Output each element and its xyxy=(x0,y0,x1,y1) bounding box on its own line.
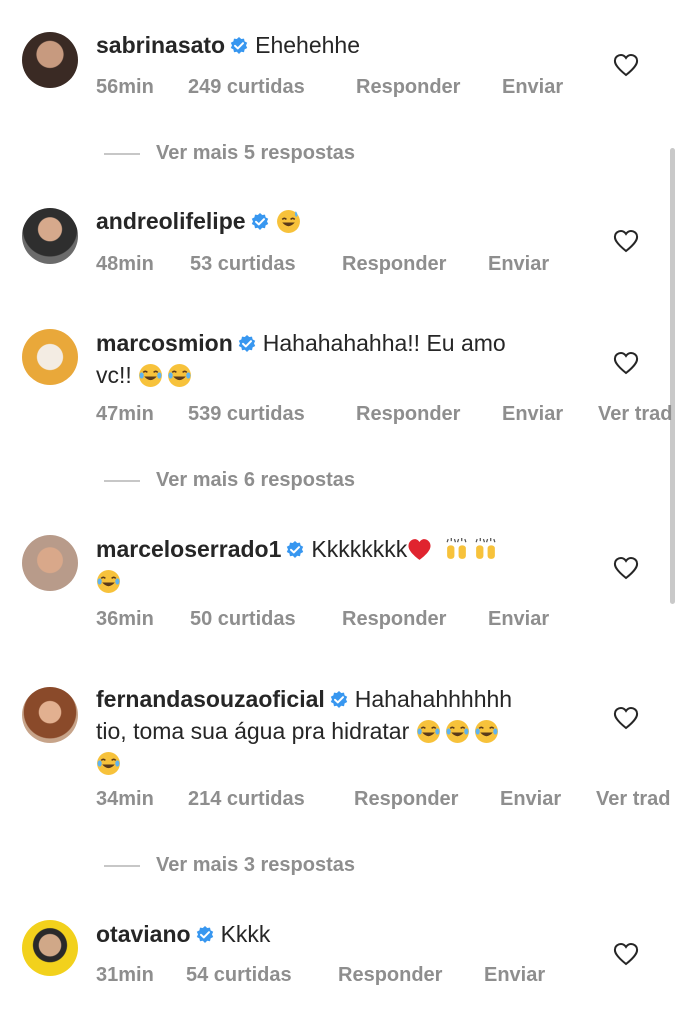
likes-count[interactable]: 50 curtidas xyxy=(190,608,342,631)
username[interactable]: marcosmion xyxy=(96,330,233,356)
comment-meta: 34min 214 curtidas Responder Enviar Ver trad xyxy=(96,788,670,811)
like-heart-icon[interactable] xyxy=(613,53,639,77)
username[interactable]: fernandasouzaoficial xyxy=(96,686,325,712)
see-translation-button[interactable]: Ver trad xyxy=(596,788,670,811)
verified-badge-icon xyxy=(229,36,249,56)
verified-badge-icon xyxy=(250,212,270,232)
tears-of-joy-emoji-icon xyxy=(96,751,121,776)
view-more-replies-label: Ver mais 3 respostas xyxy=(156,854,356,876)
avatar[interactable] xyxy=(22,535,78,591)
username[interactable]: otaviano xyxy=(96,921,191,947)
like-heart-icon[interactable] xyxy=(613,229,639,253)
avatar[interactable] xyxy=(22,920,78,976)
tears-of-joy-emoji-icon xyxy=(167,363,192,388)
like-heart-icon[interactable] xyxy=(613,706,639,730)
comment-time: 34min xyxy=(96,788,154,810)
like-heart-icon[interactable] xyxy=(613,942,639,966)
tears-of-joy-emoji-icon xyxy=(474,719,499,744)
comment-text-line2: vc!! xyxy=(96,362,132,388)
comment-meta: 56min 249 curtidas Responder Enviar xyxy=(96,76,563,99)
username[interactable]: marceloserrado1 xyxy=(96,536,281,562)
avatar[interactable] xyxy=(22,32,78,88)
reply-button[interactable]: Responder xyxy=(356,403,502,426)
likes-count[interactable]: 54 curtidas xyxy=(186,964,338,987)
comment-time: 56min xyxy=(96,76,154,98)
comment-time: 48min xyxy=(96,253,154,275)
comment-text: Hahahahhhhhh xyxy=(354,686,513,712)
tears-of-joy-emoji-icon xyxy=(445,719,470,744)
reply-button[interactable]: Responder xyxy=(338,964,484,987)
comment-text-block: marcosmion Hahahahahha!! Eu amo vc!! xyxy=(96,327,576,391)
divider xyxy=(104,479,140,482)
likes-count[interactable]: 539 curtidas xyxy=(188,403,356,426)
verified-badge-icon xyxy=(329,690,349,710)
red-heart-emoji-icon xyxy=(407,537,432,562)
comment-text: Kkkkkkkk xyxy=(311,536,408,562)
comment-text-block: otaviano Kkkk xyxy=(96,918,576,950)
comment-meta: 48min 53 curtidas Responder Enviar xyxy=(96,253,549,276)
likes-count[interactable]: 214 curtidas xyxy=(188,788,354,811)
comment-text-block: sabrinasato Ehehehhe xyxy=(96,29,576,61)
see-translation-button[interactable]: Ver trad xyxy=(598,403,672,426)
comment-time: 31min xyxy=(96,964,154,986)
likes-count[interactable]: 53 curtidas xyxy=(190,253,342,276)
comment-text-block: andreolifelipe xyxy=(96,205,576,237)
verified-badge-icon xyxy=(285,540,305,560)
comment-text-line2: tio, toma sua água pra hidratar xyxy=(96,718,410,744)
comment-text: Hahahahahha!! Eu amo xyxy=(262,330,506,356)
raising-hands-emoji-icon xyxy=(473,537,498,562)
send-button[interactable]: Enviar xyxy=(500,788,596,811)
comment-time: 47min xyxy=(96,403,154,425)
reply-button[interactable]: Responder xyxy=(342,608,488,631)
reply-button[interactable]: Responder xyxy=(354,788,500,811)
avatar[interactable] xyxy=(22,329,78,385)
send-button[interactable]: Enviar xyxy=(502,403,598,426)
tears-of-joy-emoji-icon xyxy=(416,719,441,744)
divider xyxy=(104,864,140,867)
like-heart-icon[interactable] xyxy=(613,351,639,375)
comment-text-block: fernandasouzaoficial Hahahahhhhhh tio, to… xyxy=(96,683,576,779)
likes-count[interactable]: 249 curtidas xyxy=(188,76,356,99)
username[interactable]: andreolifelipe xyxy=(96,208,246,234)
avatar[interactable] xyxy=(22,208,78,264)
comment-text: Kkkk xyxy=(220,921,271,947)
scrollbar[interactable] xyxy=(670,148,675,604)
view-more-replies[interactable]: Ver mais 3 respostas xyxy=(104,854,355,877)
verified-badge-icon xyxy=(195,925,215,945)
comment-text-block: marceloserrado1 Kkkkkkkk xyxy=(96,533,576,597)
view-more-replies[interactable]: Ver mais 6 respostas xyxy=(104,469,355,492)
grinning-sweat-emoji-icon xyxy=(276,209,301,234)
reply-button[interactable]: Responder xyxy=(356,76,502,99)
comment-meta: 36min 50 curtidas Responder Enviar xyxy=(96,608,549,631)
comment-time: 36min xyxy=(96,608,154,630)
avatar[interactable] xyxy=(22,687,78,743)
view-more-replies[interactable]: Ver mais 5 respostas xyxy=(104,142,355,165)
send-button[interactable]: Enviar xyxy=(488,253,549,276)
divider xyxy=(104,152,140,155)
tears-of-joy-emoji-icon xyxy=(138,363,163,388)
username[interactable]: sabrinasato xyxy=(96,32,225,58)
like-heart-icon[interactable] xyxy=(613,556,639,580)
view-more-replies-label: Ver mais 6 respostas xyxy=(156,469,356,491)
send-button[interactable]: Enviar xyxy=(488,608,549,631)
send-button[interactable]: Enviar xyxy=(502,76,563,99)
verified-badge-icon xyxy=(237,334,257,354)
tears-of-joy-emoji-icon xyxy=(96,569,121,594)
send-button[interactable]: Enviar xyxy=(484,964,545,987)
view-more-replies-label: Ver mais 5 respostas xyxy=(156,142,356,164)
comment-text: Ehehehhe xyxy=(255,32,360,58)
raising-hands-emoji-icon xyxy=(444,537,469,562)
comment-meta: 47min 539 curtidas Responder Enviar Ver trad xyxy=(96,403,672,426)
reply-button[interactable]: Responder xyxy=(342,253,488,276)
comment-meta: 31min 54 curtidas Responder Enviar xyxy=(96,964,545,987)
